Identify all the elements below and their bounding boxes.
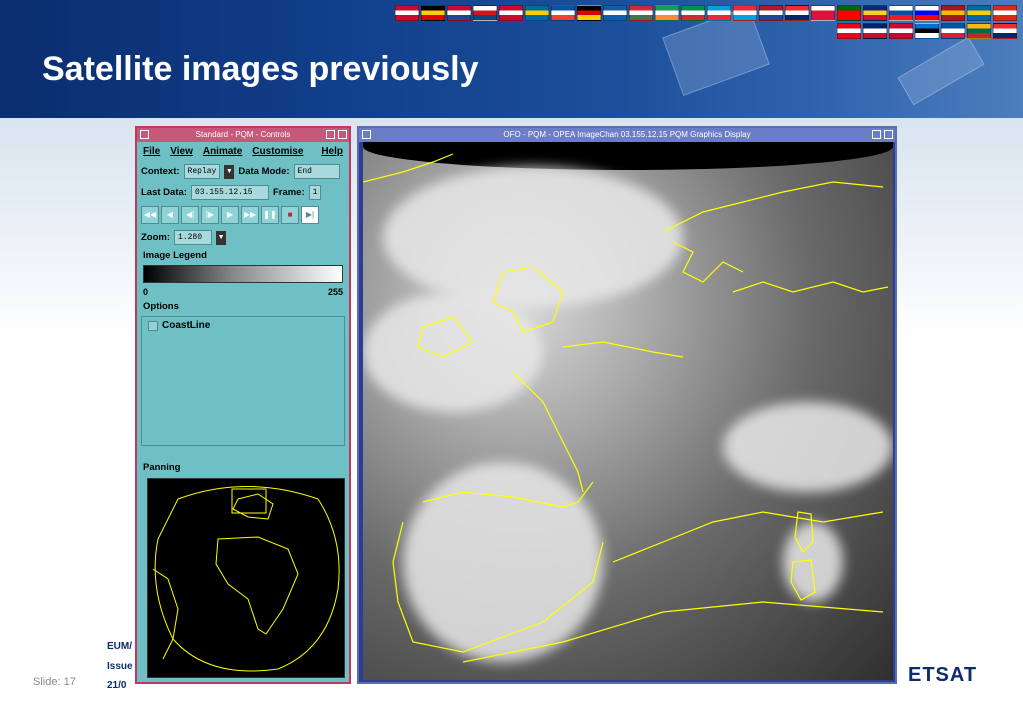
graphics-window-titlebar[interactable]: OFO - PQM - OPEA ImageChan 03.155.12.15 …	[359, 128, 895, 142]
date-label: 21/0	[107, 680, 127, 691]
options-heading: Options	[143, 301, 179, 312]
flag-icon	[993, 5, 1017, 21]
flag-icon	[551, 5, 575, 21]
flag-icon	[941, 23, 965, 39]
context-label: Context:	[141, 166, 180, 177]
panning-view[interactable]	[147, 478, 345, 678]
menu-file[interactable]: File	[143, 146, 160, 157]
image-legend-gradient	[143, 265, 343, 283]
minimize-icon[interactable]	[326, 130, 335, 139]
flag-icon	[577, 5, 601, 21]
flag-icon	[941, 5, 965, 21]
flag-icon	[733, 5, 757, 21]
flag-icon	[525, 5, 549, 21]
flag-icon	[837, 5, 861, 21]
flag-icon	[889, 5, 913, 21]
options-panel: CoastLine	[141, 316, 345, 446]
playback-controls: ◀◀ ◀ ◀| |▶ ▶ ▶▶ ❚❚ ■ ▶|	[137, 203, 349, 227]
menu-animate[interactable]: Animate	[203, 146, 242, 157]
context-row: Context: Replay ▼ Data Mode: End	[137, 161, 349, 182]
flag-icon	[655, 5, 679, 21]
rewind-icon[interactable]: ◀◀	[141, 206, 159, 224]
flag-icon	[447, 5, 471, 21]
data-mode-label: Data Mode:	[238, 166, 290, 177]
menu-customise[interactable]: Customise	[252, 146, 303, 157]
flag-icon	[499, 5, 523, 21]
last-data-field[interactable]: 03.155.12.15	[190, 185, 269, 200]
zoom-row: Zoom: 1.280 ▼	[137, 227, 349, 248]
chevron-down-icon[interactable]: ▼	[224, 164, 235, 179]
zoom-select[interactable]: 1.280	[174, 230, 213, 245]
pause-icon[interactable]: ❚❚	[261, 206, 279, 224]
stop-icon[interactable]: ■	[281, 206, 299, 224]
minimize-icon[interactable]	[872, 130, 881, 139]
menu-help[interactable]: Help	[321, 146, 343, 157]
coastline-option[interactable]: CoastLine	[142, 317, 344, 334]
flag-icon	[811, 5, 835, 21]
eumetsat-logo: ETSAT	[908, 664, 978, 686]
coastline-checkbox[interactable]	[148, 320, 158, 331]
flag-icon	[707, 5, 731, 21]
context-select[interactable]: Replay	[183, 164, 221, 179]
flag-icon	[915, 5, 939, 21]
issue-label: Issue	[107, 661, 133, 672]
chevron-down-icon[interactable]: ▼	[216, 230, 227, 245]
flag-icon	[863, 5, 887, 21]
legend-min: 0	[143, 287, 149, 297]
coastline-overlay	[363, 153, 889, 663]
satellite-image[interactable]	[363, 142, 893, 680]
flag-icon	[967, 23, 991, 39]
flag-icon	[915, 23, 939, 39]
panning-heading: Panning	[143, 462, 181, 473]
window-menu-icon[interactable]	[362, 130, 371, 139]
legend-scale: 0 255	[137, 285, 349, 299]
flag-icon	[863, 23, 887, 39]
flag-icon	[395, 5, 419, 21]
graphics-window: OFO - PQM - OPEA ImageChan 03.155.12.15 …	[357, 126, 897, 684]
flag-icon	[603, 5, 627, 21]
graphics-window-title: OFO - PQM - OPEA ImageChan 03.155.12.15 …	[503, 130, 751, 139]
doc-reference: EUM/	[107, 641, 132, 652]
slide-title: Satellite images previously	[42, 50, 479, 88]
slide-number: Slide: 17	[33, 676, 76, 688]
flag-icon	[473, 5, 497, 21]
eu-flags	[392, 5, 1017, 39]
fast-forward-icon[interactable]: ▶▶	[241, 206, 259, 224]
last-data-row: Last Data: 03.155.12.15 Frame: 1	[137, 182, 349, 203]
zoom-label: Zoom:	[141, 232, 171, 243]
image-legend-heading: Image Legend	[143, 250, 207, 261]
controls-window: Standard - PQM - Controls File View Anim…	[135, 126, 351, 684]
flag-icon	[629, 5, 653, 21]
legend-max: 255	[327, 287, 343, 297]
controls-window-title: Standard - PQM - Controls	[195, 130, 291, 139]
flag-icon	[785, 5, 809, 21]
play-back-icon[interactable]: ◀|	[181, 206, 199, 224]
controls-window-titlebar[interactable]: Standard - PQM - Controls	[137, 128, 349, 142]
window-menu-icon[interactable]	[140, 130, 149, 139]
flag-icon	[889, 23, 913, 39]
maximize-icon[interactable]	[338, 130, 347, 139]
last-data-label: Last Data:	[141, 187, 187, 198]
slide-header: Satellite images previously	[0, 0, 1023, 118]
flag-icon	[681, 5, 705, 21]
frame-field[interactable]: 1	[308, 185, 322, 200]
flag-icon	[421, 5, 445, 21]
flag-icon	[837, 23, 861, 39]
step-back-icon[interactable]: ◀	[161, 206, 179, 224]
play-icon[interactable]: ▶	[221, 206, 239, 224]
menu-bar: File View Animate Customise Help	[137, 142, 349, 161]
frame-label: Frame:	[272, 187, 305, 198]
flag-icon	[759, 5, 783, 21]
slow-back-icon[interactable]: |▶	[201, 206, 219, 224]
coastline-label: CoastLine	[162, 320, 211, 331]
globe-map-icon	[152, 486, 340, 672]
flag-icon	[993, 23, 1017, 39]
menu-view[interactable]: View	[170, 146, 193, 157]
flag-icon	[967, 5, 991, 21]
data-mode-field[interactable]: End	[293, 164, 340, 179]
maximize-icon[interactable]	[884, 130, 893, 139]
satellite-graphic	[897, 36, 985, 106]
end-icon[interactable]: ▶|	[301, 206, 319, 224]
